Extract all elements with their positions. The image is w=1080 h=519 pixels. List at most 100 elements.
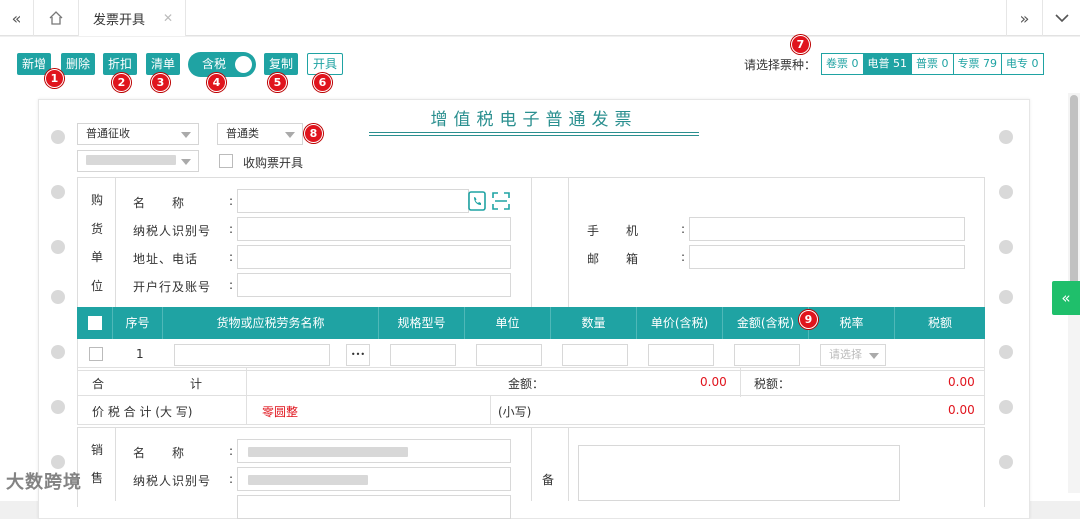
tax-label: 税额： <box>754 377 791 391</box>
colon: : <box>229 250 235 264</box>
redacted-value <box>248 475 368 485</box>
divider <box>115 177 116 309</box>
small-total-label: (小写) <box>498 405 532 419</box>
list-button[interactable]: 清单 <box>146 53 181 75</box>
buyer-address-input[interactable] <box>237 245 511 269</box>
invoice-title: 增值税电子普通发票 <box>430 110 638 130</box>
remark-label: 备 <box>542 473 556 487</box>
col-header: 税率 <box>809 307 895 339</box>
phone-input[interactable] <box>689 217 965 241</box>
tax-included-toggle[interactable]: 含税 <box>188 52 256 77</box>
tab-label: 发票开具 <box>93 12 146 28</box>
quantity-input[interactable] <box>562 344 628 366</box>
seller-taxid-input[interactable] <box>237 467 511 491</box>
annotation-badge: 3 <box>151 73 170 92</box>
toggle-knob <box>235 56 252 73</box>
tabs-scroll-right-button[interactable]: » <box>1006 0 1042 36</box>
seller-address-input[interactable] <box>237 495 511 519</box>
side-panel-toggle-button[interactable]: « <box>1052 281 1080 315</box>
tab-bar: « 发票开具 ✕ » <box>0 0 1080 36</box>
levy-type-select[interactable]: 普通征收 <box>77 123 199 145</box>
unit-price-input[interactable] <box>648 344 714 366</box>
buyer-taxid-input[interactable] <box>237 217 511 241</box>
grand-total-upper: 零圆整 <box>262 405 299 419</box>
annotation-badge: 2 <box>112 73 131 92</box>
copy-button[interactable]: 复制 <box>264 53 299 75</box>
amount-input[interactable] <box>734 344 800 366</box>
buyer-bank-input[interactable] <box>237 273 511 297</box>
tax-rate-placeholder: 请选择 <box>829 348 862 361</box>
total-label: 合 计 <box>92 377 205 391</box>
amount-value: 0.00 <box>700 375 727 389</box>
buyer-bank-label: 开户行及账号 <box>133 280 212 294</box>
divider <box>115 427 116 501</box>
divider <box>740 368 741 397</box>
ticket-type-special[interactable]: 专票 79 <box>952 53 1002 75</box>
spec-input[interactable] <box>390 344 456 366</box>
chevron-down-icon <box>1054 14 1069 23</box>
caret-down-icon <box>869 353 879 359</box>
levy-type-value: 普通征收 <box>86 127 130 140</box>
ticket-type-group: 卷票 0 电普 51 普票 0 专票 79 电专 0 <box>821 53 1044 75</box>
divider <box>490 396 491 425</box>
colon: : <box>229 444 235 458</box>
scan-icon[interactable] <box>491 191 511 211</box>
email-label: 邮 箱 <box>587 252 640 266</box>
discount-button[interactable]: 折扣 <box>103 53 138 75</box>
email-input[interactable] <box>689 245 965 269</box>
binding-hole <box>51 455 65 469</box>
binding-hole <box>51 400 65 414</box>
ticket-type-roll[interactable]: 卷票 0 <box>821 53 864 75</box>
buyer-side-label: 购 <box>90 193 103 207</box>
issue-button[interactable]: 开具 <box>307 53 344 75</box>
phone-book-icon[interactable] <box>467 190 487 212</box>
binding-hole <box>51 345 65 359</box>
binding-hole <box>51 240 65 254</box>
redacted-value <box>86 155 176 165</box>
buyer-address-label: 地址、电话 <box>133 252 199 266</box>
ticket-type-e-special[interactable]: 电专 0 <box>1001 53 1044 75</box>
col-header: 税额 <box>927 316 952 330</box>
category-select[interactable]: 普通类 <box>217 123 303 145</box>
binding-hole <box>999 290 1013 304</box>
col-header: 单位 <box>465 307 551 339</box>
colon: : <box>229 472 235 486</box>
unit-input[interactable] <box>476 344 542 366</box>
redacted-value <box>248 447 408 457</box>
ticket-type-e-general[interactable]: 电普 51 <box>862 53 912 75</box>
col-header: 金额(含税) <box>723 307 809 339</box>
caret-down-icon <box>181 159 191 165</box>
purchase-ticket-checkbox[interactable] <box>219 154 233 168</box>
binding-hole <box>999 400 1013 414</box>
tabs-scroll-left-button[interactable]: « <box>0 0 34 36</box>
annotation-badge: 7 <box>791 35 810 54</box>
tab-invoice-issue[interactable]: 发票开具 ✕ <box>78 0 186 36</box>
seller-account-select[interactable] <box>77 150 199 172</box>
seller-name-label: 名 称 <box>133 446 186 460</box>
ticket-type-general[interactable]: 普票 0 <box>911 53 954 75</box>
add-button[interactable]: 新增 <box>17 53 52 75</box>
row-index: 1 <box>136 347 144 361</box>
close-icon[interactable]: ✕ <box>163 11 173 25</box>
colon: : <box>229 194 235 208</box>
annotation-badge: 1 <box>45 69 64 88</box>
seller-name-input[interactable] <box>237 439 511 463</box>
select-all-checkbox[interactable] <box>88 316 102 330</box>
tabs-menu-button[interactable] <box>1042 0 1080 36</box>
tax-rate-select[interactable]: 请选择 <box>820 344 886 366</box>
item-name-input[interactable] <box>174 344 330 366</box>
home-button[interactable] <box>34 0 78 36</box>
buyer-taxid-label: 纳税人识别号 <box>133 224 212 238</box>
scrollbar-thumb[interactable] <box>1070 95 1078 287</box>
row-checkbox[interactable] <box>89 347 103 361</box>
buyer-name-input[interactable] <box>237 189 469 213</box>
buyer-name-label: 名 称 <box>133 196 186 210</box>
small-total-value: 0.00 <box>948 403 975 417</box>
delete-button[interactable]: 删除 <box>61 53 96 75</box>
item-more-button[interactable]: ••• <box>346 344 370 366</box>
buyer-side-label: 货 <box>90 222 103 236</box>
remark-textarea[interactable] <box>578 445 900 501</box>
col-header: 序号 <box>113 307 163 339</box>
caret-down-icon <box>285 132 295 138</box>
colon: : <box>681 250 687 264</box>
